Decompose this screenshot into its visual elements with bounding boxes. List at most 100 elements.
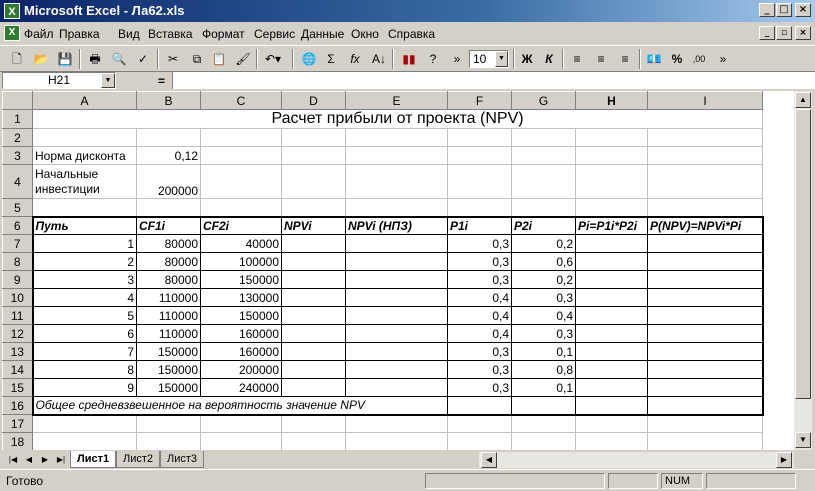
cell[interactable] [32,414,137,433]
cell[interactable] [447,164,512,199]
npv-npz-cell[interactable] [345,324,448,343]
column-header[interactable]: D [281,91,346,110]
sheet-title[interactable]: Расчет прибыли от проекта (NPV) [32,109,763,129]
menu-insert[interactable]: Вставка [148,27,193,41]
percent-icon[interactable]: % [666,49,688,69]
path-cell[interactable]: 1 [31,234,137,253]
row-header[interactable]: 10 [2,288,33,307]
new-icon[interactable]: 🗋 [6,49,28,69]
cell[interactable] [575,432,648,450]
row-header[interactable]: 3 [2,146,33,165]
row-header[interactable]: 17 [2,414,33,433]
pi-cell[interactable] [575,378,648,397]
print-icon[interactable]: 🖶 [84,49,106,69]
p2-cell[interactable]: 0,1 [511,342,576,361]
sort-icon[interactable]: A↓ [368,49,390,69]
cf1-cell[interactable]: 150000 [136,378,201,397]
cell[interactable] [511,146,576,165]
italic-icon[interactable]: К [538,49,560,69]
row-header[interactable]: 15 [2,378,33,397]
p2-cell[interactable]: 0,8 [511,360,576,379]
cf2-cell[interactable]: 200000 [200,360,282,379]
format-painter-icon[interactable]: 🖌 [232,49,254,69]
cell[interactable] [447,146,512,165]
cell[interactable] [647,164,763,199]
cell[interactable] [647,198,763,217]
more-format-icon[interactable]: » [712,49,734,69]
column-header[interactable]: G [511,91,576,110]
cell[interactable] [575,128,648,147]
cell[interactable] [447,396,512,416]
cell[interactable] [575,396,648,416]
path-cell[interactable]: 7 [31,342,137,361]
row-header[interactable]: 14 [2,360,33,379]
row-header[interactable]: 12 [2,324,33,343]
currency-icon[interactable]: 💶 [643,49,665,69]
help-icon[interactable]: ? [422,49,444,69]
cf1-cell[interactable]: 110000 [136,288,201,307]
row-header[interactable]: 18 [2,432,33,450]
cf2-cell[interactable]: 160000 [200,324,282,343]
cf1-cell[interactable]: 110000 [136,306,201,325]
npv-npz-cell[interactable] [345,342,448,361]
horizontal-scrollbar[interactable]: ◀ ▶ [479,452,794,468]
p2-cell[interactable]: 0,6 [511,252,576,271]
cf1-cell[interactable]: 80000 [136,270,201,289]
p1-cell[interactable]: 0,3 [447,360,512,379]
p1-cell[interactable]: 0,3 [447,378,512,397]
close-button[interactable]: × [795,3,811,17]
cell[interactable] [345,414,448,433]
minimize-button[interactable]: _ [759,3,775,17]
cut-icon[interactable]: ✂ [162,49,184,69]
scroll-right-icon[interactable]: ▶ [776,452,792,468]
function-icon[interactable]: fx [344,49,366,69]
header-cell-path[interactable]: Путь [31,215,137,235]
pnpv-cell[interactable] [647,234,764,253]
cell[interactable] [281,164,346,199]
spelling-icon[interactable]: ✓ [132,49,154,69]
first-sheet-icon[interactable]: |◀ [6,453,20,467]
column-header[interactable]: C [200,91,282,110]
menu-file[interactable]: Файл [24,27,54,41]
npv-npz-cell[interactable] [345,270,448,289]
pi-cell[interactable] [575,342,648,361]
npv-npz-cell[interactable] [345,360,448,379]
chevron-down-icon[interactable]: ▼ [495,51,508,67]
doc-close-button[interactable]: × [795,26,811,40]
name-box[interactable]: H21 ▼ [2,72,116,89]
formula-input[interactable] [172,72,815,89]
decimal-icon[interactable]: ,00 [688,49,710,69]
cell[interactable] [511,414,576,433]
npv-cell[interactable] [281,324,346,343]
menu-edit[interactable]: Правка [59,27,100,41]
scroll-left-icon[interactable]: ◀ [481,452,497,468]
align-right-icon[interactable]: ≡ [614,49,636,69]
npv-cell[interactable] [281,234,346,253]
p2-cell[interactable]: 0,4 [511,306,576,325]
scroll-thumb[interactable] [795,109,811,399]
pi-cell[interactable] [575,270,648,289]
cf2-cell[interactable]: 130000 [200,288,282,307]
pi-cell[interactable] [575,288,648,307]
cell[interactable] [575,414,648,433]
doc-restore-button[interactable]: ▫ [776,26,792,40]
cell[interactable] [32,432,137,450]
header-cell-pnpv[interactable]: P(NPV)=NPVi*Pi [647,215,764,235]
cell[interactable] [136,432,201,450]
tab-sheet3[interactable]: Лист3 [160,451,205,468]
cell[interactable] [511,128,576,147]
scroll-down-icon[interactable]: ▼ [795,432,811,448]
cell[interactable] [345,432,448,450]
cell[interactable] [447,198,512,217]
cell[interactable] [345,164,448,199]
npv-cell[interactable] [281,288,346,307]
vertical-scrollbar[interactable]: ▲ ▼ [794,91,812,450]
header-cell-p2[interactable]: P2i [511,215,576,235]
cell[interactable] [575,198,648,217]
cf2-cell[interactable]: 240000 [200,378,282,397]
path-cell[interactable]: 4 [31,288,137,307]
header-cell-cf1[interactable]: CF1i [136,215,201,235]
cf1-cell[interactable]: 110000 [136,324,201,343]
font-size-select[interactable]: 10 ▼ [469,50,509,68]
p2-cell[interactable]: 0,1 [511,378,576,397]
